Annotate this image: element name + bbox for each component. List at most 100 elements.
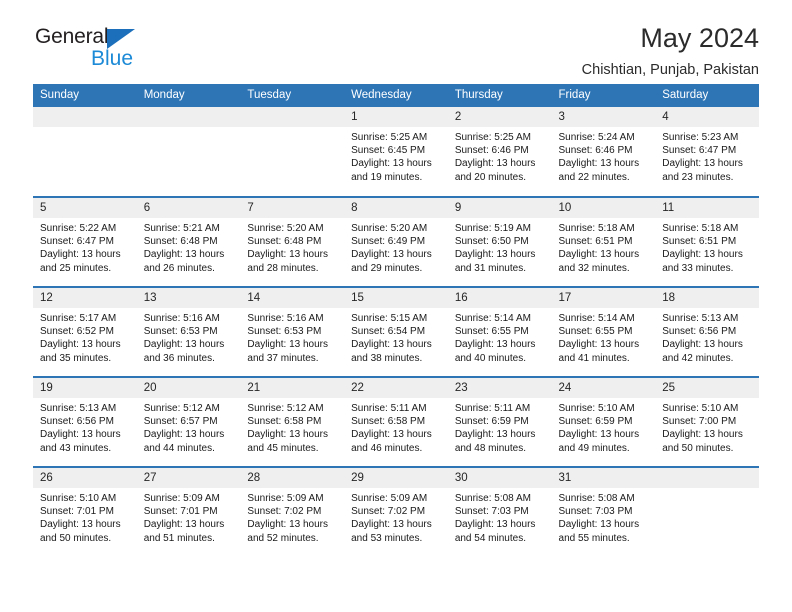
daylight-text-line1: Daylight: 13 hours	[454, 158, 536, 170]
sunrise-text: Sunrise: 5:14 AM	[454, 313, 531, 324]
calendar-day-cell[interactable]: 23 Sunrise: 5:11 AM Sunset: 6:59 PM Dayligh…	[447, 376, 552, 467]
calendar-day-cell[interactable]: 7 Sunrise: 5:20 AM Sunset: 6:48 PM Daylight…	[240, 196, 345, 287]
daylight-text-line2: and 36 minutes.	[143, 352, 215, 364]
sunset-text: Sunset: 6:54 PM	[351, 326, 426, 338]
calendar-day-cell[interactable]: 31 Sunrise: 5:08 AM Sunset: 7:03 PM Dayligh…	[551, 466, 656, 557]
calendar-day-cell-empty	[655, 466, 759, 557]
sunset-text: Sunset: 7:01 PM	[143, 506, 218, 518]
sunset-text: Sunset: 6:48 PM	[247, 236, 322, 248]
sunrise-text: Sunrise: 5:10 AM	[662, 403, 739, 414]
calendar-day-cell[interactable]: 9 Sunrise: 5:19 AM Sunset: 6:50 PM Daylight…	[447, 196, 552, 287]
daylight-text-line1: Daylight: 13 hours	[558, 158, 640, 170]
daylight-text-line2: and 43 minutes.	[40, 442, 112, 454]
daylight-text-line1: Daylight: 13 hours	[558, 249, 640, 261]
sunrise-text: Sunrise: 5:25 AM	[454, 132, 531, 143]
calendar-day-cell[interactable]: 28 Sunrise: 5:09 AM Sunset: 7:02 PM Dayligh…	[240, 466, 345, 557]
daylight-text-line2: and 49 minutes.	[558, 442, 630, 454]
day-sun-info: Sunrise: 5:13 AM Sunset: 6:56 PM Daylight:…	[655, 308, 759, 365]
day-number: 11	[655, 198, 759, 218]
calendar-day-cell[interactable]: 22 Sunrise: 5:11 AM Sunset: 6:58 PM Dayligh…	[344, 376, 448, 467]
daylight-text-line1: Daylight: 13 hours	[351, 339, 432, 351]
day-number: 30	[447, 468, 552, 488]
daylight-text-line2: and 28 minutes.	[247, 262, 319, 274]
calendar-day-cell[interactable]: 3 Sunrise: 5:24 AM Sunset: 6:46 PM Daylight…	[551, 107, 656, 197]
day-number: 23	[447, 378, 552, 398]
calendar-day-cell[interactable]: 12 Sunrise: 5:17 AM Sunset: 6:52 PM Dayligh…	[33, 286, 137, 377]
calendar-day-cell[interactable]: 27 Sunrise: 5:09 AM Sunset: 7:01 PM Dayligh…	[136, 466, 241, 557]
calendar-day-cell[interactable]: 15 Sunrise: 5:15 AM Sunset: 6:54 PM Dayligh…	[344, 286, 448, 377]
calendar-day-cell[interactable]: 29 Sunrise: 5:09 AM Sunset: 7:02 PM Dayligh…	[344, 466, 448, 557]
day-number: 29	[344, 468, 448, 488]
calendar-header-row: Sunday Monday Tuesday Wednesday Thursday…	[33, 84, 759, 107]
calendar-day-cell[interactable]: 16 Sunrise: 5:14 AM Sunset: 6:55 PM Dayligh…	[447, 286, 552, 377]
daylight-text-line1: Daylight: 13 hours	[454, 339, 536, 351]
day-number: 21	[240, 378, 345, 398]
day-number: 31	[551, 468, 656, 488]
daylight-text-line1: Daylight: 13 hours	[662, 249, 743, 261]
sunrise-text: Sunrise: 5:21 AM	[143, 223, 220, 234]
calendar-day-cell[interactable]: 19 Sunrise: 5:13 AM Sunset: 6:56 PM Dayligh…	[33, 376, 137, 467]
calendar-day-cell[interactable]: 20 Sunrise: 5:12 AM Sunset: 6:57 PM Dayligh…	[136, 376, 241, 467]
daylight-text-line1: Daylight: 13 hours	[351, 249, 432, 261]
calendar-week-row: 19 Sunrise: 5:13 AM Sunset: 6:56 PM Dayligh…	[33, 376, 759, 467]
daylight-text-line2: and 33 minutes.	[662, 262, 734, 274]
sunrise-text: Sunrise: 5:10 AM	[40, 493, 117, 504]
sunset-text: Sunset: 6:47 PM	[662, 145, 737, 157]
daylight-text-line2: and 50 minutes.	[662, 442, 734, 454]
calendar-day-cell[interactable]: 8 Sunrise: 5:20 AM Sunset: 6:49 PM Daylight…	[344, 196, 448, 287]
calendar-day-cell[interactable]: 10 Sunrise: 5:18 AM Sunset: 6:51 PM Dayligh…	[551, 196, 656, 287]
calendar-day-cell[interactable]: 17 Sunrise: 5:14 AM Sunset: 6:55 PM Dayligh…	[551, 286, 656, 377]
day-sun-info: Sunrise: 5:22 AM Sunset: 6:47 PM Daylight:…	[33, 218, 137, 275]
sunrise-text: Sunrise: 5:15 AM	[351, 313, 428, 324]
day-number	[655, 468, 759, 488]
sunrise-text: Sunrise: 5:19 AM	[454, 223, 531, 234]
sunset-text: Sunset: 6:51 PM	[662, 236, 737, 248]
generalblue-logo[interactable]: General Blue	[33, 24, 163, 72]
sunrise-text: Sunrise: 5:20 AM	[247, 223, 324, 234]
calendar-day-cell[interactable]: 11 Sunrise: 5:18 AM Sunset: 6:51 PM Dayligh…	[655, 196, 759, 287]
daylight-text-line1: Daylight: 13 hours	[662, 158, 743, 170]
daylight-text-line1: Daylight: 13 hours	[454, 429, 536, 441]
calendar-day-cell[interactable]: 25 Sunrise: 5:10 AM Sunset: 7:00 PM Dayligh…	[655, 376, 759, 467]
page-header: General Blue May 2024 Chishtian, Punjab,…	[33, 0, 759, 77]
calendar-day-cell[interactable]: 21 Sunrise: 5:12 AM Sunset: 6:58 PM Dayligh…	[240, 376, 345, 467]
sunrise-text: Sunrise: 5:24 AM	[558, 132, 635, 143]
day-sun-info: Sunrise: 5:16 AM Sunset: 6:53 PM Daylight:…	[240, 308, 344, 365]
calendar-day-cell[interactable]: 4 Sunrise: 5:23 AM Sunset: 6:47 PM Daylight…	[655, 107, 759, 197]
calendar-day-cell[interactable]: 13 Sunrise: 5:16 AM Sunset: 6:53 PM Dayligh…	[136, 286, 241, 377]
calendar-day-cell[interactable]: 1 Sunrise: 5:25 AM Sunset: 6:45 PM Daylight…	[344, 107, 448, 197]
day-sun-info: Sunrise: 5:21 AM Sunset: 6:48 PM Daylight:…	[137, 218, 241, 275]
day-number: 3	[551, 107, 656, 127]
day-number: 9	[447, 198, 552, 218]
sunrise-text: Sunrise: 5:09 AM	[351, 493, 428, 504]
calendar-day-cell[interactable]: 5 Sunrise: 5:22 AM Sunset: 6:47 PM Daylight…	[33, 196, 137, 287]
calendar-day-cell[interactable]: 24 Sunrise: 5:10 AM Sunset: 6:59 PM Dayligh…	[551, 376, 656, 467]
daylight-text-line2: and 52 minutes.	[247, 532, 319, 544]
day-number: 8	[344, 198, 448, 218]
sunset-text: Sunset: 6:55 PM	[558, 326, 633, 338]
calendar-day-cell[interactable]: 2 Sunrise: 5:25 AM Sunset: 6:46 PM Daylight…	[447, 107, 552, 197]
day-number: 18	[655, 288, 759, 308]
logo-text-general: General	[35, 25, 109, 48]
daylight-text-line1: Daylight: 13 hours	[247, 249, 329, 261]
sunset-text: Sunset: 6:59 PM	[454, 416, 529, 428]
sunrise-text: Sunrise: 5:09 AM	[143, 493, 220, 504]
day-sun-info: Sunrise: 5:18 AM Sunset: 6:51 PM Daylight:…	[655, 218, 759, 275]
calendar-day-cell[interactable]: 18 Sunrise: 5:13 AM Sunset: 6:56 PM Dayligh…	[655, 286, 759, 377]
daylight-text-line2: and 37 minutes.	[247, 352, 319, 364]
daylight-text-line1: Daylight: 13 hours	[558, 519, 640, 531]
day-sun-info: Sunrise: 5:11 AM Sunset: 6:59 PM Daylight:…	[448, 398, 552, 455]
calendar-day-cell[interactable]: 30 Sunrise: 5:08 AM Sunset: 7:03 PM Dayligh…	[447, 466, 552, 557]
calendar-day-cell[interactable]: 26 Sunrise: 5:10 AM Sunset: 7:01 PM Dayligh…	[33, 466, 137, 557]
sunset-text: Sunset: 7:03 PM	[558, 506, 633, 518]
sunrise-text: Sunrise: 5:10 AM	[558, 403, 635, 414]
location-subtitle: Chishtian, Punjab, Pakistan	[581, 61, 759, 78]
calendar-day-cell[interactable]: 6 Sunrise: 5:21 AM Sunset: 6:48 PM Daylight…	[136, 196, 241, 287]
weekday-header-monday: Monday	[136, 84, 241, 107]
daylight-text-line2: and 46 minutes.	[351, 442, 423, 454]
day-number: 5	[33, 198, 137, 218]
sunset-text: Sunset: 6:58 PM	[351, 416, 426, 428]
day-sun-info: Sunrise: 5:14 AM Sunset: 6:55 PM Daylight:…	[448, 308, 552, 365]
calendar-day-cell[interactable]: 14 Sunrise: 5:16 AM Sunset: 6:53 PM Dayligh…	[240, 286, 345, 377]
sunset-text: Sunset: 6:55 PM	[454, 326, 529, 338]
